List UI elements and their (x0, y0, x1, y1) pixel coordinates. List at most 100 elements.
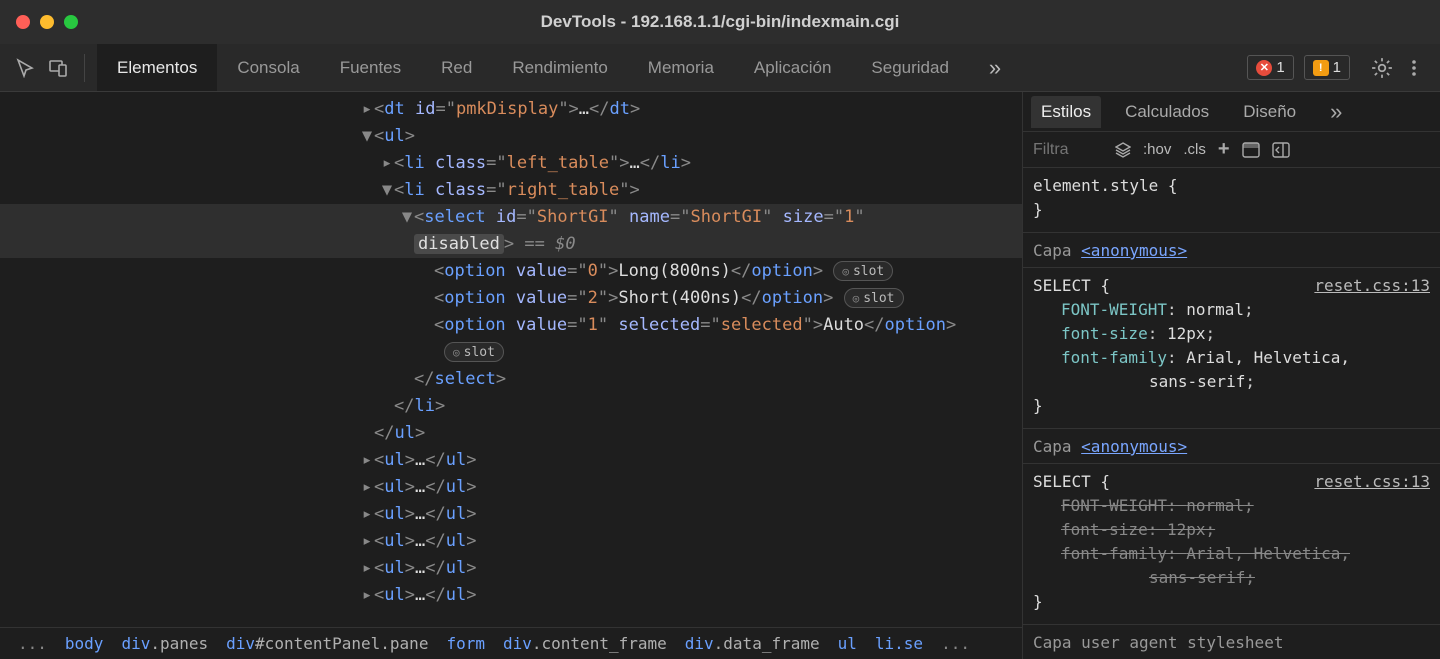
ellipsis: … (415, 558, 425, 578)
ellipsis: … (630, 153, 640, 173)
slot-badge[interactable]: slot (833, 261, 893, 281)
styles-pane: Estilos Calculados Diseño » :hov .cls + … (1022, 92, 1440, 659)
tab-layout[interactable]: Diseño (1233, 96, 1306, 128)
option-text: Auto (823, 315, 864, 335)
tab-network[interactable]: Red (421, 44, 492, 91)
crumb-div-dataframe[interactable]: div.data_frame (685, 634, 820, 653)
crumb-li[interactable]: li.se (875, 634, 923, 653)
ua-stylesheet-header: Capa user agent stylesheet (1023, 625, 1440, 657)
element-style-rule[interactable]: element.style { } (1023, 168, 1440, 233)
breadcrumb-ellipsis[interactable]: ... (18, 634, 47, 653)
prop-name: font-size (1061, 520, 1148, 539)
settings-icon[interactable] (1368, 54, 1396, 82)
hov-toggle[interactable]: :hov (1143, 141, 1171, 158)
slot-badge[interactable]: slot (844, 288, 904, 308)
layer-label: Capa (1033, 241, 1081, 260)
ellipsis: … (415, 531, 425, 551)
prop-name: FONT-WEIGHT (1061, 496, 1167, 515)
cls-toggle[interactable]: .cls (1183, 141, 1206, 158)
errors-count: 1 (1276, 59, 1284, 76)
rule-selector: element.style { (1033, 174, 1430, 198)
prop-name: font-size (1061, 324, 1148, 343)
titlebar: DevTools - 192.168.1.1/cgi-bin/indexmain… (0, 0, 1440, 44)
prop-value: 12px (1167, 324, 1206, 343)
rule-close: } (1033, 394, 1430, 418)
ua-label: Capa user agent stylesheet (1033, 633, 1283, 652)
tab-computed[interactable]: Calculados (1115, 96, 1219, 128)
layers-icon[interactable] (1115, 142, 1131, 158)
panel-tabs: Elementos Consola Fuentes Red Rendimient… (97, 44, 1021, 91)
console-ref: == $0 (514, 234, 575, 254)
error-icon: ✕ (1256, 60, 1272, 76)
toggle-sidebar-icon[interactable] (1272, 142, 1290, 158)
crumb-div-contentframe[interactable]: div.content_frame (503, 634, 667, 653)
prop-value: 12px (1167, 520, 1206, 539)
more-style-tabs-icon[interactable]: » (1320, 93, 1352, 131)
prop-value: normal (1186, 300, 1244, 319)
layer-link[interactable]: <anonymous> (1081, 437, 1187, 456)
rule-source-link[interactable]: reset.css:13 (1314, 274, 1430, 298)
option-text: Short(400ns) (618, 288, 741, 308)
main-toolbar: Elementos Consola Fuentes Red Rendimient… (0, 44, 1440, 92)
attr-value: 0 (588, 261, 598, 281)
attr-class: left_table (507, 153, 609, 173)
inspect-element-icon[interactable] (12, 54, 40, 82)
tab-elements[interactable]: Elementos (97, 44, 217, 91)
breadcrumb-ellipsis-end[interactable]: ... (941, 634, 970, 653)
prop-value: Arial, Helvetica, (1186, 348, 1350, 367)
main-area: ▸<dt id="pmkDisplay">…</dt> ▼<ul> ▸<li c… (0, 92, 1440, 659)
traffic-lights (16, 15, 78, 29)
kebab-menu-icon[interactable] (1400, 54, 1428, 82)
layer-header-2: Capa <anonymous> (1023, 429, 1440, 464)
attr-disabled: disabled (414, 234, 504, 254)
prop-value: sans-serif (1149, 568, 1245, 587)
crumb-body[interactable]: body (65, 634, 104, 653)
crumb-form[interactable]: form (446, 634, 485, 653)
selected-node[interactable]: ▼<select id="ShortGI" name="ShortGI" siz… (0, 204, 1022, 231)
crumb-ul[interactable]: ul (838, 634, 857, 653)
prop-name: font-family (1061, 348, 1167, 367)
computed-toggle-icon[interactable] (1242, 142, 1260, 158)
tab-styles[interactable]: Estilos (1031, 96, 1101, 128)
prop-value: Arial, Helvetica, (1186, 544, 1350, 563)
dom-tree[interactable]: ▸<dt id="pmkDisplay">…</dt> ▼<ul> ▸<li c… (0, 92, 1022, 627)
css-rule-1[interactable]: reset.css:13 SELECT { FONT-WEIGHT: norma… (1023, 268, 1440, 429)
layer-label: Capa (1033, 437, 1081, 456)
new-rule-icon[interactable]: + (1218, 138, 1230, 161)
rule-close: } (1033, 590, 1430, 614)
ellipsis: … (415, 477, 425, 497)
ellipsis: … (415, 504, 425, 524)
attr-selected: selected (721, 315, 803, 335)
css-rule-2-overridden[interactable]: reset.css:13 SELECT { FONT-WEIGHT: norma… (1023, 464, 1440, 625)
styles-rules[interactable]: element.style { } Capa <anonymous> reset… (1023, 168, 1440, 659)
crumb-div-panes[interactable]: div.panes (121, 634, 208, 653)
elements-tree-pane: ▸<dt id="pmkDisplay">…</dt> ▼<ul> ▸<li c… (0, 92, 1022, 659)
errors-badge[interactable]: ✕ 1 (1247, 55, 1293, 80)
attr-size: 1 (844, 207, 854, 227)
warnings-badge[interactable]: ! 1 (1304, 55, 1350, 80)
styles-toolbar: :hov .cls + (1023, 132, 1440, 168)
maximize-window-button[interactable] (64, 15, 78, 29)
ellipsis: … (415, 585, 425, 605)
tab-performance[interactable]: Rendimiento (492, 44, 627, 91)
layer-link[interactable]: <anonymous> (1081, 241, 1187, 260)
styles-tabs: Estilos Calculados Diseño » (1023, 92, 1440, 132)
tab-memory[interactable]: Memoria (628, 44, 734, 91)
slot-badge[interactable]: slot (444, 342, 504, 362)
device-toggle-icon[interactable] (44, 54, 72, 82)
styles-filter-input[interactable] (1033, 141, 1103, 159)
minimize-window-button[interactable] (40, 15, 54, 29)
attr-value: 1 (588, 315, 598, 335)
attr-name: ShortGI (690, 207, 762, 227)
tab-console[interactable]: Consola (217, 44, 319, 91)
attr-id: ShortGI (537, 207, 609, 227)
tab-sources[interactable]: Fuentes (320, 44, 421, 91)
tab-security[interactable]: Seguridad (851, 44, 969, 91)
tab-application[interactable]: Aplicación (734, 44, 852, 91)
more-tabs-icon[interactable]: » (969, 44, 1021, 91)
close-window-button[interactable] (16, 15, 30, 29)
crumb-div-contentpanel[interactable]: div#contentPanel.pane (226, 634, 428, 653)
prop-name: FONT-WEIGHT (1061, 300, 1167, 319)
prop-name: font-family (1061, 544, 1167, 563)
rule-source-link[interactable]: reset.css:13 (1314, 470, 1430, 494)
